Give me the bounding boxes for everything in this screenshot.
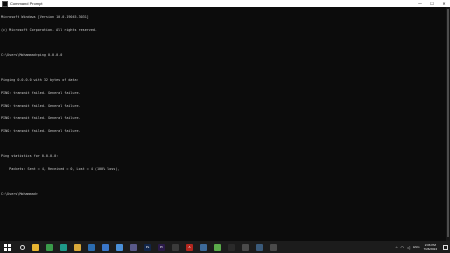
close-button[interactable]: ✕ bbox=[438, 0, 450, 7]
settings-icon[interactable] bbox=[242, 243, 249, 251]
app-icon[interactable] bbox=[270, 243, 277, 251]
chevron-up-icon[interactable]: ^ bbox=[396, 245, 398, 250]
volume-icon[interactable]: ◁ bbox=[407, 245, 410, 250]
console-output[interactable]: Microsoft Windows [Version 10.0.19045.30… bbox=[1, 7, 445, 240]
console-line: PING: transmit failed. General failure. bbox=[1, 90, 81, 95]
maximize-button[interactable]: ☐ bbox=[426, 0, 438, 7]
folder-icon[interactable] bbox=[74, 243, 81, 251]
terminal-icon[interactable] bbox=[88, 243, 95, 251]
premiere-icon[interactable]: Pr bbox=[158, 243, 165, 251]
photoshop-icon[interactable]: Ps bbox=[144, 243, 151, 251]
store-icon[interactable] bbox=[102, 243, 109, 251]
command-prompt-icon bbox=[2, 0, 8, 7]
file-explorer-icon[interactable] bbox=[32, 243, 39, 251]
console-line: Packets: Sent = 4, Received = 0, Lost = … bbox=[1, 166, 120, 171]
console-line: PING: transmit failed. General failure. bbox=[1, 128, 81, 133]
system-tray: ^ ◠ ◁ ENG 2:06 PM 7/26/2024 bbox=[396, 241, 450, 253]
app-icon[interactable] bbox=[228, 243, 235, 251]
app-icon[interactable] bbox=[214, 243, 221, 251]
title-bar[interactable]: Command Prompt — ☐ ✕ bbox=[0, 0, 450, 7]
windows-start-icon[interactable] bbox=[4, 243, 11, 251]
window-title: Command Prompt bbox=[10, 1, 43, 6]
console-line: PING: transmit failed. General failure. bbox=[1, 103, 81, 108]
vertical-scrollbar[interactable] bbox=[446, 7, 450, 241]
window-controls: — ☐ ✕ bbox=[414, 0, 450, 7]
app-icon[interactable] bbox=[200, 243, 207, 251]
search-icon[interactable] bbox=[20, 244, 25, 250]
network-icon[interactable]: ◠ bbox=[401, 245, 405, 250]
console-line: C:\Users\Mohammad>ping 0.0.0.0 bbox=[1, 53, 63, 58]
notification-icon[interactable] bbox=[443, 244, 448, 250]
photos-icon[interactable] bbox=[116, 243, 123, 251]
console-line: Microsoft Windows [Version 10.0.19045.30… bbox=[1, 15, 89, 20]
console-line: Pinging 0.0.0.0 with 32 bytes of data: bbox=[1, 78, 79, 83]
console-line: Ping statistics for 0.0.0.0: bbox=[1, 153, 59, 158]
chrome-icon[interactable] bbox=[46, 243, 53, 251]
console-line: (c) Microsoft Corporation. All rights re… bbox=[1, 28, 97, 32]
console-prompt-line[interactable]: C:\Users\Mohammad> bbox=[1, 192, 445, 196]
command-prompt-window[interactable]: Command Prompt — ☐ ✕ Microsoft Windows [… bbox=[0, 0, 450, 241]
app-icon[interactable] bbox=[130, 243, 137, 251]
minimize-button[interactable]: — bbox=[414, 0, 426, 7]
taskbar: Ps Pr A bbox=[0, 241, 450, 253]
app-icon[interactable] bbox=[256, 243, 263, 251]
clock[interactable]: 2:06 PM 7/26/2024 bbox=[424, 243, 437, 251]
clock-date: 7/26/2024 bbox=[423, 247, 437, 251]
acrobat-icon[interactable]: A bbox=[186, 243, 193, 251]
console-line: PING: transmit failed. General failure. bbox=[1, 116, 81, 121]
scrollbar-thumb[interactable] bbox=[447, 9, 449, 237]
app-icon[interactable] bbox=[172, 243, 179, 251]
language-indicator[interactable]: ENG bbox=[413, 245, 420, 249]
edge-icon[interactable] bbox=[60, 243, 67, 251]
